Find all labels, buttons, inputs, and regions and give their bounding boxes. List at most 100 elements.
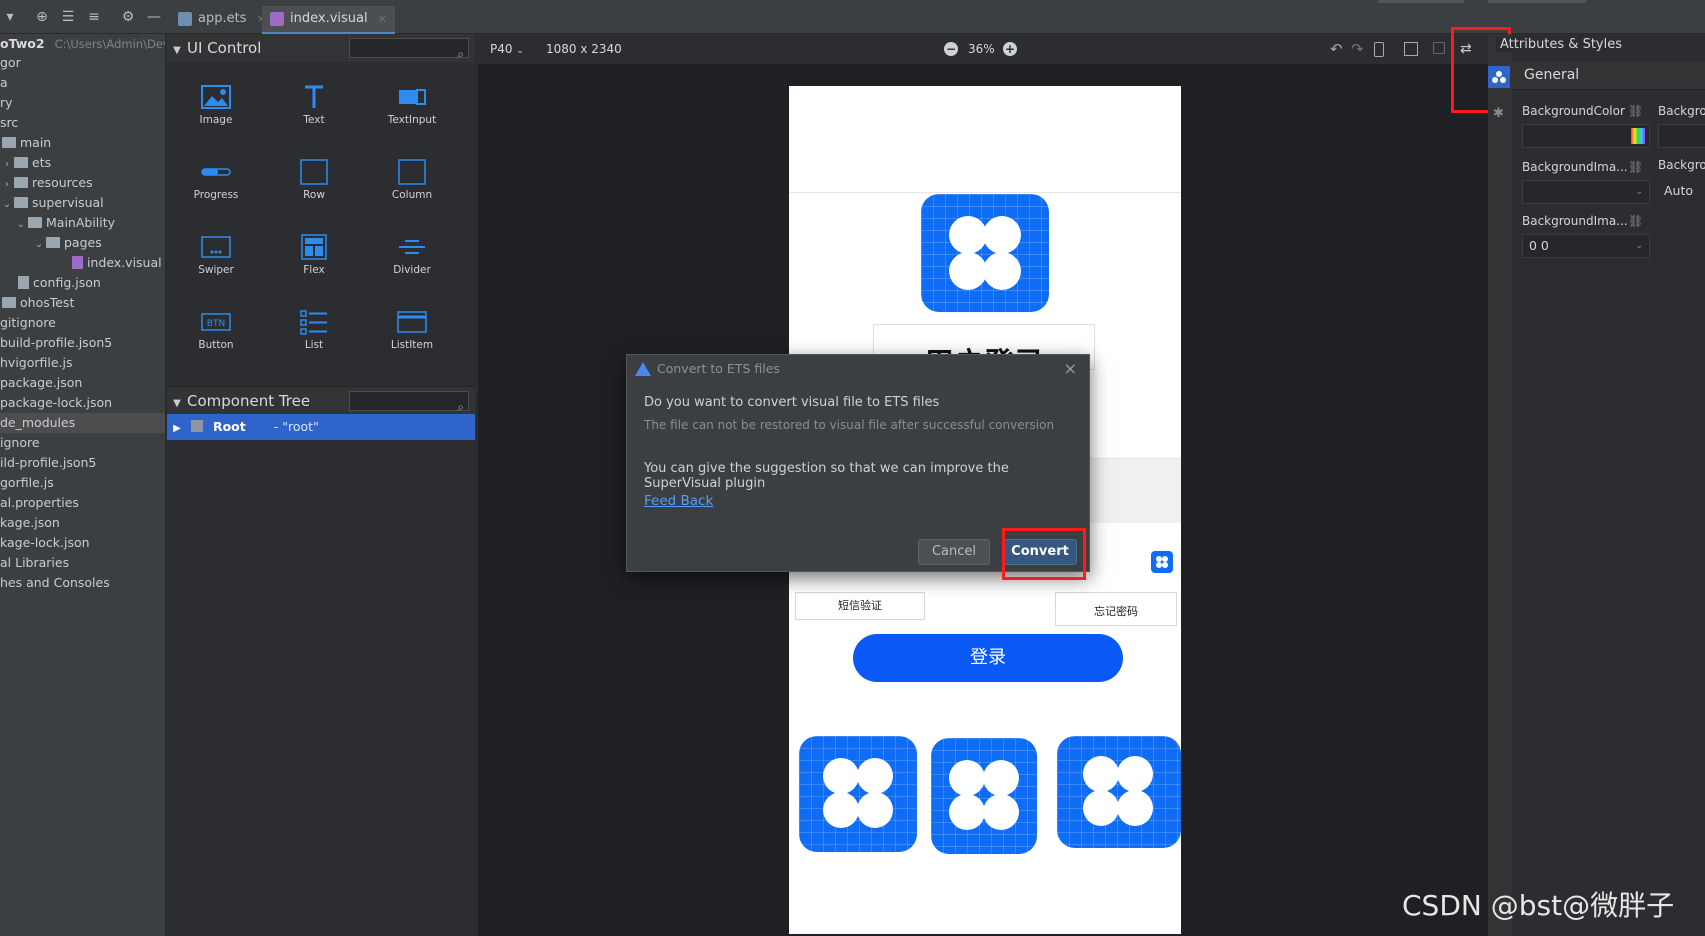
control-swiper[interactable]: Swiper <box>167 230 265 300</box>
general-tab-icon[interactable] <box>1488 66 1510 88</box>
control-search-input[interactable]: ⌕ <box>349 38 469 61</box>
login-button[interactable]: 登录 <box>853 634 1123 682</box>
background-input-2[interactable] <box>1658 124 1705 148</box>
undo-icon[interactable]: ↶ <box>1330 34 1343 64</box>
chevron-right-icon[interactable]: › <box>0 175 14 195</box>
chevron-right-icon[interactable]: ▶ <box>167 416 187 442</box>
tree-item[interactable]: ⌄ pages <box>0 233 165 255</box>
control-textinput[interactable]: TextInput <box>363 80 461 150</box>
events-tab-icon[interactable]: ✱ <box>1493 106 1504 121</box>
tree-item[interactable]: build-profile.json5 <box>0 333 165 353</box>
link-icon[interactable]: ⛓ <box>1628 214 1643 228</box>
app-logo-image[interactable] <box>931 738 1037 854</box>
cancel-button[interactable]: Cancel <box>918 539 990 565</box>
tree-item[interactable]: ›ohosTest <box>0 293 165 313</box>
redo-icon[interactable]: ↷ <box>1351 34 1364 64</box>
tree-item[interactable]: src <box>0 113 165 133</box>
control-list[interactable]: List <box>265 305 363 375</box>
background-color-input[interactable] <box>1522 124 1650 148</box>
gear-icon[interactable]: ⚙ <box>120 9 136 25</box>
control-listitem[interactable]: ListItem <box>363 305 461 375</box>
toolbar-button[interactable] <box>1378 0 1464 3</box>
control-label: Image <box>199 114 233 126</box>
control-progress[interactable]: Progress <box>167 155 265 225</box>
tree-item[interactable]: hvigorfile.js <box>0 353 165 373</box>
ui-control-header[interactable]: ▼ UI Control ⌕ <box>167 34 475 62</box>
collapse-triangle-icon[interactable]: ▼ <box>167 37 187 65</box>
tree-item[interactable]: gorfile.js <box>0 473 165 493</box>
control-flex[interactable]: Flex <box>265 230 363 300</box>
control-row[interactable]: Row <box>265 155 363 225</box>
tree-item[interactable]: a <box>0 73 165 93</box>
tree-item[interactable]: › ets <box>0 153 165 175</box>
sms-verify-button[interactable]: 短信验证 <box>795 592 925 620</box>
tree-item[interactable]: al.properties <box>0 493 165 513</box>
checkbox-icon[interactable] <box>1433 42 1445 54</box>
tree-item-label: de_modules <box>0 415 76 430</box>
device-select[interactable]: P40 ⌄ <box>490 34 524 66</box>
tree-item[interactable]: ignore <box>0 433 165 453</box>
collapse-all-icon[interactable]: ≡ <box>86 9 102 25</box>
chevron-down-icon[interactable]: ⌄ <box>0 195 14 215</box>
app-logo-image[interactable] <box>1057 736 1181 848</box>
component-tree-header[interactable]: ▼ Component Tree ⌕ <box>167 386 475 414</box>
color-picker-icon[interactable] <box>1631 128 1645 144</box>
close-icon[interactable]: × <box>1064 359 1077 378</box>
tree-item[interactable]: ild-profile.json5 <box>0 453 165 473</box>
expand-all-icon[interactable]: ☰ <box>60 9 76 25</box>
background-size-value[interactable]: Auto <box>1658 180 1705 204</box>
component-search-input[interactable]: ⌕ <box>349 391 469 414</box>
chevron-right-icon[interactable]: › <box>0 155 14 175</box>
tree-item[interactable]: gor <box>0 53 165 73</box>
tree-item[interactable]: gitignore <box>0 313 165 333</box>
tree-item[interactable]: › resources <box>0 173 165 195</box>
feedback-link[interactable]: Feed Back <box>644 493 713 509</box>
toolbar-button[interactable] <box>1488 0 1586 3</box>
project-root[interactable]: oTwo2 C:\Users\Admin\DevE <box>0 34 165 54</box>
tree-item[interactable]: ⌄ supervisual <box>0 193 165 215</box>
tab-index-visual[interactable]: index.visual × <box>262 6 395 34</box>
control-label: ListItem <box>390 339 434 351</box>
dropdown-icon[interactable]: ▾ <box>2 9 18 25</box>
tree-item[interactable]: ⌄main <box>0 133 165 153</box>
control-text[interactable]: Text <box>265 80 363 150</box>
chevron-down-icon[interactable]: ⌄ <box>32 235 46 255</box>
tree-item[interactable]: ry <box>0 93 165 113</box>
locate-icon[interactable]: ⊕ <box>34 9 50 25</box>
control-button[interactable]: BTN Button <box>167 305 265 375</box>
tree-item[interactable]: de_modules <box>0 413 165 433</box>
zoom-out-button[interactable]: − <box>944 42 958 56</box>
tree-item[interactable]: hes and Consoles <box>0 573 165 593</box>
zoom-in-button[interactable]: + <box>1003 42 1017 56</box>
device-rotate-icon[interactable] <box>1374 42 1384 57</box>
control-column[interactable]: Column <box>363 155 461 225</box>
link-icon[interactable]: ⛓ <box>1628 160 1643 174</box>
control-divider[interactable]: Divider <box>363 230 461 300</box>
layout-icon[interactable] <box>1404 42 1418 56</box>
app-logo-image[interactable] <box>799 736 917 852</box>
dialog-message: Do you want to convert visual file to ET… <box>644 395 940 410</box>
app-logo-image[interactable] <box>921 194 1049 312</box>
background-image-select[interactable]: ⌄ <box>1522 180 1650 204</box>
component-tree-root[interactable]: ▶ Root - "root" <box>167 414 475 440</box>
tree-item[interactable]: kage-lock.json <box>0 533 165 553</box>
tree-item[interactable]: kage.json <box>0 513 165 533</box>
tree-item[interactable]: package.json <box>0 373 165 393</box>
tree-item[interactable]: al Libraries <box>0 553 165 573</box>
chevron-down-icon[interactable]: ⌄ <box>14 215 28 235</box>
background-position-select[interactable]: 0 0 ⌄ <box>1522 234 1650 258</box>
control-image[interactable]: Image <box>167 80 265 150</box>
tree-item[interactable]: config.json <box>0 273 165 293</box>
tree-item[interactable]: package-lock.json <box>0 393 165 413</box>
forgot-password-button[interactable]: 忘记密码 <box>1055 592 1177 626</box>
tree-item[interactable]: index.visual <box>0 253 165 273</box>
section-title: General <box>1524 67 1580 83</box>
deveco-logo-icon <box>635 362 651 376</box>
tree-item[interactable]: ⌄ MainAbility <box>0 213 165 235</box>
link-icon[interactable]: ⛓ <box>1628 104 1643 118</box>
tab-app-ets[interactable]: app.ets × <box>170 6 274 34</box>
close-icon[interactable]: × <box>378 12 387 25</box>
minimize-icon[interactable]: — <box>146 9 162 25</box>
general-section-header[interactable]: General <box>1512 62 1705 90</box>
small-logo-icon[interactable] <box>1151 551 1173 573</box>
